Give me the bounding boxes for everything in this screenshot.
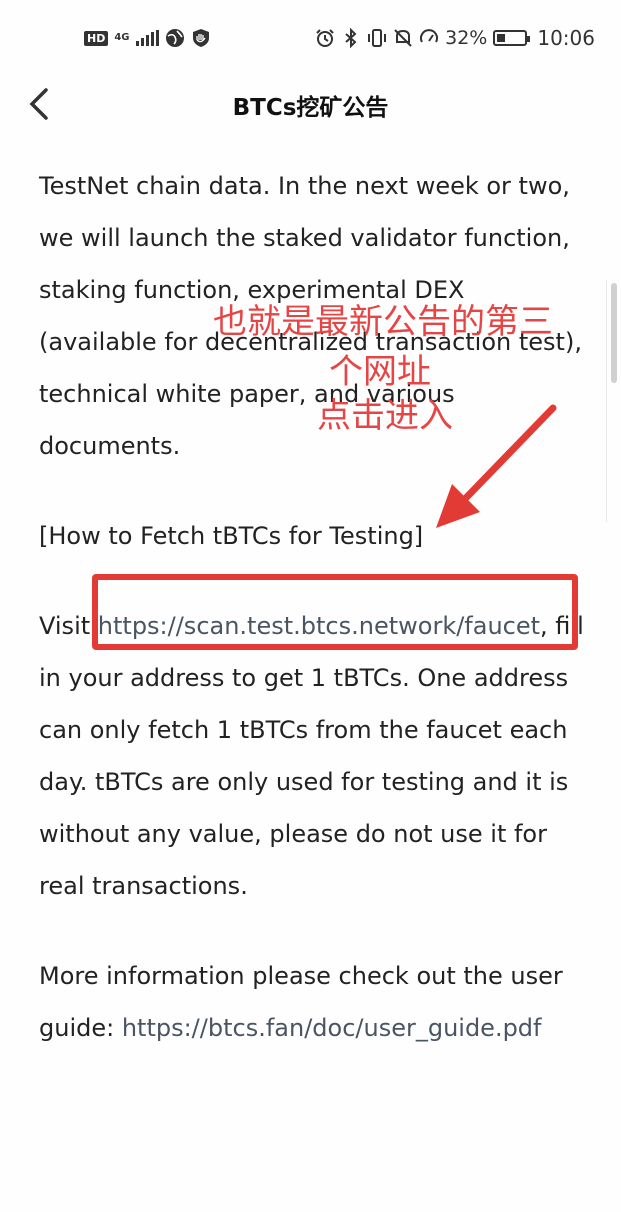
faucet-description: , fill in your address to get 1 tBTCs. O… xyxy=(39,612,584,900)
battery-percent: 32% xyxy=(445,27,488,49)
annotation-highlight-box xyxy=(92,574,578,650)
app-header: BTCs挖矿公告 xyxy=(0,76,621,132)
user-guide-link[interactable]: https://btcs.fan/doc/user_guide.pdf xyxy=(122,1014,542,1042)
status-right: 32% 10:06 xyxy=(315,26,595,50)
page-title: BTCs挖矿公告 xyxy=(232,95,389,121)
visit-prefix: Visit xyxy=(39,612,98,640)
section-heading: [How to Fetch tBTCs for Testing] xyxy=(39,522,424,550)
globe-icon xyxy=(165,29,184,47)
hd-voice-icon: HD xyxy=(84,30,109,46)
alarm-clock-icon xyxy=(316,29,334,47)
scrollbar[interactable] xyxy=(611,283,617,383)
annotation-line2: 个网址 xyxy=(329,352,431,392)
bluetooth-icon xyxy=(345,28,357,48)
signal-strength-icon xyxy=(135,30,159,46)
status-bar: HD 4G 32% 10:06 xyxy=(0,0,621,76)
vibrate-icon xyxy=(368,29,387,47)
do-not-disturb-icon xyxy=(394,29,412,47)
battery-icon xyxy=(493,30,531,46)
annotation-line3: 点击进入 xyxy=(317,396,453,436)
paragraph-more-info: More information please check out the us… xyxy=(39,950,589,1054)
annotation-line1: 也就是最新公告的第三 xyxy=(213,302,553,342)
network-type-label: 4G xyxy=(114,32,130,43)
clock: 10:06 xyxy=(537,26,595,50)
data-speed-icon xyxy=(420,29,439,43)
shield-hand-icon xyxy=(192,29,209,47)
status-left: HD 4G xyxy=(84,28,211,48)
